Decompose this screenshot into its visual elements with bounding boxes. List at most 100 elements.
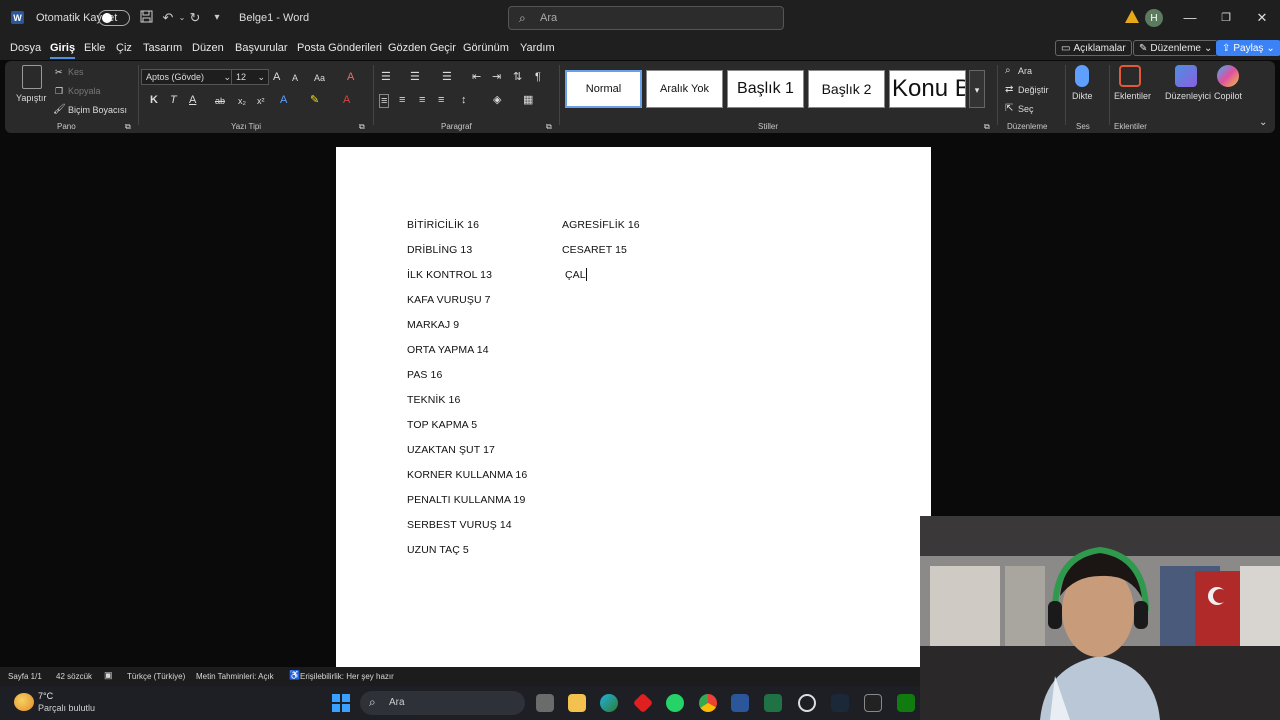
doc-text-line[interactable]: TEKNİK 16	[407, 394, 460, 406]
multilevel-list-icon[interactable]: ☰	[442, 71, 452, 83]
underline-icon[interactable]: A	[189, 94, 196, 106]
file-explorer-icon[interactable]	[568, 694, 586, 712]
customize-toolbar-icon[interactable]: ▾	[209, 10, 225, 26]
decrease-indent-icon[interactable]: ⇤	[472, 71, 481, 83]
dialog-launcher-icon[interactable]: ⧉	[984, 121, 990, 133]
find-icon[interactable]: ⌕	[1005, 65, 1011, 77]
doc-text-line[interactable]: CESARET 15	[562, 244, 627, 256]
format-painter-icon[interactable]: 🖌	[53, 104, 66, 116]
doc-text-line[interactable]: İLK KONTROL 13	[407, 269, 492, 281]
bold-icon[interactable]: K	[150, 94, 158, 106]
word-taskbar-icon[interactable]	[731, 694, 749, 712]
style-title[interactable]: Konu B	[889, 70, 966, 108]
grow-font-icon[interactable]: A	[273, 71, 280, 83]
tab-yardim[interactable]: Yardım	[520, 42, 555, 54]
comments-button[interactable]: ▭ Açıklamalar	[1055, 40, 1132, 56]
tab-posta[interactable]: Posta Gönderileri	[297, 42, 382, 54]
app-red-icon[interactable]	[632, 692, 654, 714]
sort-icon[interactable]: ⇅	[513, 71, 522, 83]
copy-label[interactable]: Kopyala	[68, 86, 101, 96]
paste-label[interactable]: Yapıştır	[16, 93, 46, 103]
justify-icon[interactable]: ≡	[438, 94, 444, 106]
copilot-label[interactable]: Copilot	[1214, 91, 1242, 101]
doc-text-line[interactable]: BİTİRİCİLİK 16	[407, 219, 479, 231]
microphone-icon[interactable]	[1075, 65, 1089, 87]
numbering-icon[interactable]: ☰	[410, 71, 420, 83]
align-center-icon[interactable]: ≡	[399, 94, 405, 106]
find-label[interactable]: Ara	[1018, 66, 1032, 76]
doc-text-line[interactable]: UZUN TAÇ 5	[407, 544, 469, 556]
dialog-launcher-icon[interactable]: ⧉	[546, 121, 552, 133]
autosave-toggle[interactable]	[98, 10, 130, 26]
text-predictions[interactable]: Metin Tahminleri: Açık	[196, 672, 274, 681]
tab-gorunum[interactable]: Görünüm	[463, 42, 509, 54]
tab-dosya[interactable]: Dosya	[10, 42, 41, 54]
doc-text-line[interactable]: PENALTI KULLANMA 19	[407, 494, 525, 506]
tab-duzen[interactable]: Düzen	[192, 42, 224, 54]
doc-text-line[interactable]: KORNER KULLANMA 16	[407, 469, 527, 481]
highlight-icon[interactable]: ✎	[310, 94, 319, 106]
bullets-icon[interactable]: ☰	[381, 71, 391, 83]
designer-label[interactable]: Düzenleyici	[1165, 91, 1211, 101]
dialog-launcher-icon[interactable]: ⧉	[359, 121, 365, 133]
font-name-select[interactable]: Aptos (Gövde) ⌄	[141, 69, 235, 85]
font-size-select[interactable]: 12 ⌄	[231, 69, 269, 85]
change-case-icon[interactable]: Aa	[314, 72, 325, 84]
copilot-icon[interactable]	[1217, 65, 1239, 87]
taskbar-search[interactable]: ⌕ Ara	[360, 691, 525, 715]
page-count[interactable]: Sayfa 1/1	[8, 672, 42, 681]
save-icon[interactable]	[138, 10, 154, 26]
doc-text-line[interactable]: MARKAJ 9	[407, 319, 459, 331]
doc-text-line[interactable]: SERBEST VURUŞ 14	[407, 519, 512, 531]
doc-text-line[interactable]: PAS 16	[407, 369, 442, 381]
app-circle-icon[interactable]	[798, 694, 816, 712]
tab-giris[interactable]: Giriş	[50, 42, 76, 59]
editing-mode-button[interactable]: ✎ Düzenleme ⌄	[1133, 40, 1219, 56]
copy-icon[interactable]: ❐	[55, 85, 63, 97]
text-effects-icon[interactable]: A	[280, 94, 287, 106]
proofing-icon[interactable]: ▣	[104, 670, 113, 681]
language-indicator[interactable]: Türkçe (Türkiye)	[127, 672, 185, 681]
excel-icon[interactable]	[764, 694, 782, 712]
doc-text-line[interactable]: KAFA VURUŞU 7	[407, 294, 491, 306]
shrink-font-icon[interactable]: A	[292, 72, 298, 84]
accessibility-status[interactable]: Erişilebilirlik: Her şey hazır	[300, 672, 394, 681]
tab-ekle[interactable]: Ekle	[84, 42, 105, 54]
style-no-spacing[interactable]: Aralık Yok	[646, 70, 723, 108]
weather-status[interactable]: Parçalı bulutlu	[38, 703, 95, 713]
doc-text-line[interactable]: ORTA YAPMA 14	[407, 344, 489, 356]
doc-text-line[interactable]: UZAKTAN ŞUT 17	[407, 444, 495, 456]
tab-tasarim[interactable]: Tasarım	[143, 42, 182, 54]
select-label[interactable]: Seç	[1018, 104, 1034, 114]
clear-formatting-icon[interactable]: A	[347, 71, 354, 83]
paste-icon[interactable]	[22, 65, 42, 89]
app-g-icon[interactable]	[864, 694, 882, 712]
tab-basvurular[interactable]: Başvurular	[235, 42, 288, 54]
minimize-icon[interactable]: —	[1182, 10, 1198, 26]
superscript-icon[interactable]: x²	[257, 95, 265, 107]
doc-text-line[interactable]: ÇAL	[565, 269, 586, 281]
share-button[interactable]: ⇪ Paylaş ⌄	[1216, 40, 1280, 56]
xbox-icon[interactable]	[897, 694, 915, 712]
word-count[interactable]: 42 sözcük	[56, 672, 92, 681]
line-spacing-icon[interactable]: ↕	[461, 94, 467, 106]
strikethrough-icon[interactable]: ab	[215, 95, 225, 107]
whatsapp-icon[interactable]	[666, 694, 684, 712]
steam-icon[interactable]	[831, 694, 849, 712]
shading-icon[interactable]: ◈	[493, 94, 501, 106]
replace-icon[interactable]: ⇄	[1005, 84, 1013, 96]
edge-icon[interactable]	[600, 694, 618, 712]
tab-gozden-gecir[interactable]: Gözden Geçir	[388, 42, 456, 54]
style-heading-1[interactable]: Başlık 1	[727, 70, 804, 108]
warning-icon[interactable]	[1125, 10, 1139, 23]
align-right-icon[interactable]: ≡	[419, 94, 425, 106]
cut-label[interactable]: Kes	[68, 67, 84, 77]
increase-indent-icon[interactable]: ⇥	[492, 71, 501, 83]
show-marks-icon[interactable]: ¶	[535, 71, 541, 83]
chrome-icon[interactable]	[699, 694, 717, 712]
styles-gallery-more[interactable]: ▾	[969, 70, 985, 108]
font-color-icon[interactable]: A	[343, 94, 350, 106]
title-search-box[interactable]: ⌕ Ara	[508, 6, 784, 30]
style-heading-2[interactable]: Başlık 2	[808, 70, 885, 108]
task-view-icon[interactable]	[536, 694, 554, 712]
